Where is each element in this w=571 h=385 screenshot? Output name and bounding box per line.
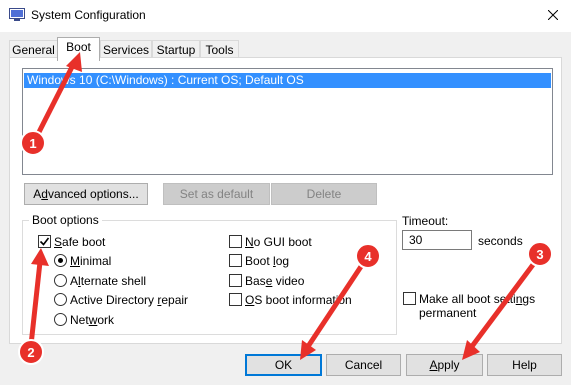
title-bar: System Configuration <box>0 0 571 32</box>
active-directory-repair-radio[interactable] <box>54 293 67 306</box>
checkmark-icon <box>39 237 50 246</box>
system-configuration-window: System Configuration General Boot Servic… <box>0 0 571 385</box>
safe-boot-checkbox[interactable] <box>38 235 51 248</box>
cancel-button[interactable]: Cancel <box>326 354 401 376</box>
make-permanent-checkbox[interactable] <box>403 292 416 305</box>
tab-boot[interactable]: Boot <box>57 37 100 61</box>
alternate-shell-radio[interactable] <box>54 274 67 287</box>
minimal-radio[interactable] <box>54 254 67 267</box>
delete-button[interactable]: Delete <box>271 183 377 205</box>
advanced-options-button[interactable]: Advanced options... <box>24 183 148 205</box>
timeout-label: Timeout: <box>402 214 449 228</box>
radio-selected-dot <box>58 258 63 263</box>
ok-button[interactable]: OK <box>245 354 322 376</box>
make-permanent-label-line2: permanent <box>419 306 477 320</box>
active-directory-repair-label: Active Directory repair <box>70 293 189 307</box>
timeout-unit-label: seconds <box>478 234 523 248</box>
base-video-checkbox[interactable] <box>229 274 242 287</box>
close-icon <box>548 10 558 20</box>
help-button[interactable]: Help <box>487 354 562 376</box>
safe-boot-label: Safe boot <box>54 235 106 249</box>
network-radio[interactable] <box>54 313 67 326</box>
window-title: System Configuration <box>31 8 146 22</box>
no-gui-boot-checkbox[interactable] <box>229 235 242 248</box>
boot-log-checkbox[interactable] <box>229 254 242 267</box>
msconfig-icon <box>9 8 25 21</box>
os-boot-list[interactable]: Windows 10 (C:\Windows) : Current OS; De… <box>22 68 553 175</box>
set-as-default-button[interactable]: Set as default <box>163 183 270 205</box>
boot-log-label: Boot log <box>245 254 290 268</box>
alternate-shell-label: Alternate shell <box>70 274 147 288</box>
os-boot-information-checkbox[interactable] <box>229 293 242 306</box>
minimal-label: Minimal <box>70 254 112 268</box>
tab-strip: General Boot Services Startup Tools <box>0 32 571 61</box>
network-label: Network <box>70 313 115 327</box>
base-video-label: Base video <box>245 274 305 288</box>
apply-button[interactable]: Apply <box>406 354 483 376</box>
os-boot-information-label: OS boot information <box>245 293 352 307</box>
os-list-item[interactable]: Windows 10 (C:\Windows) : Current OS; De… <box>24 73 551 88</box>
make-permanent-label-line1: Make all boot settings <box>419 292 536 306</box>
close-button[interactable] <box>541 4 565 26</box>
no-gui-boot-label: No GUI boot <box>245 235 312 249</box>
timeout-input[interactable]: 30 <box>402 230 472 250</box>
boot-options-label: Boot options <box>29 213 102 227</box>
